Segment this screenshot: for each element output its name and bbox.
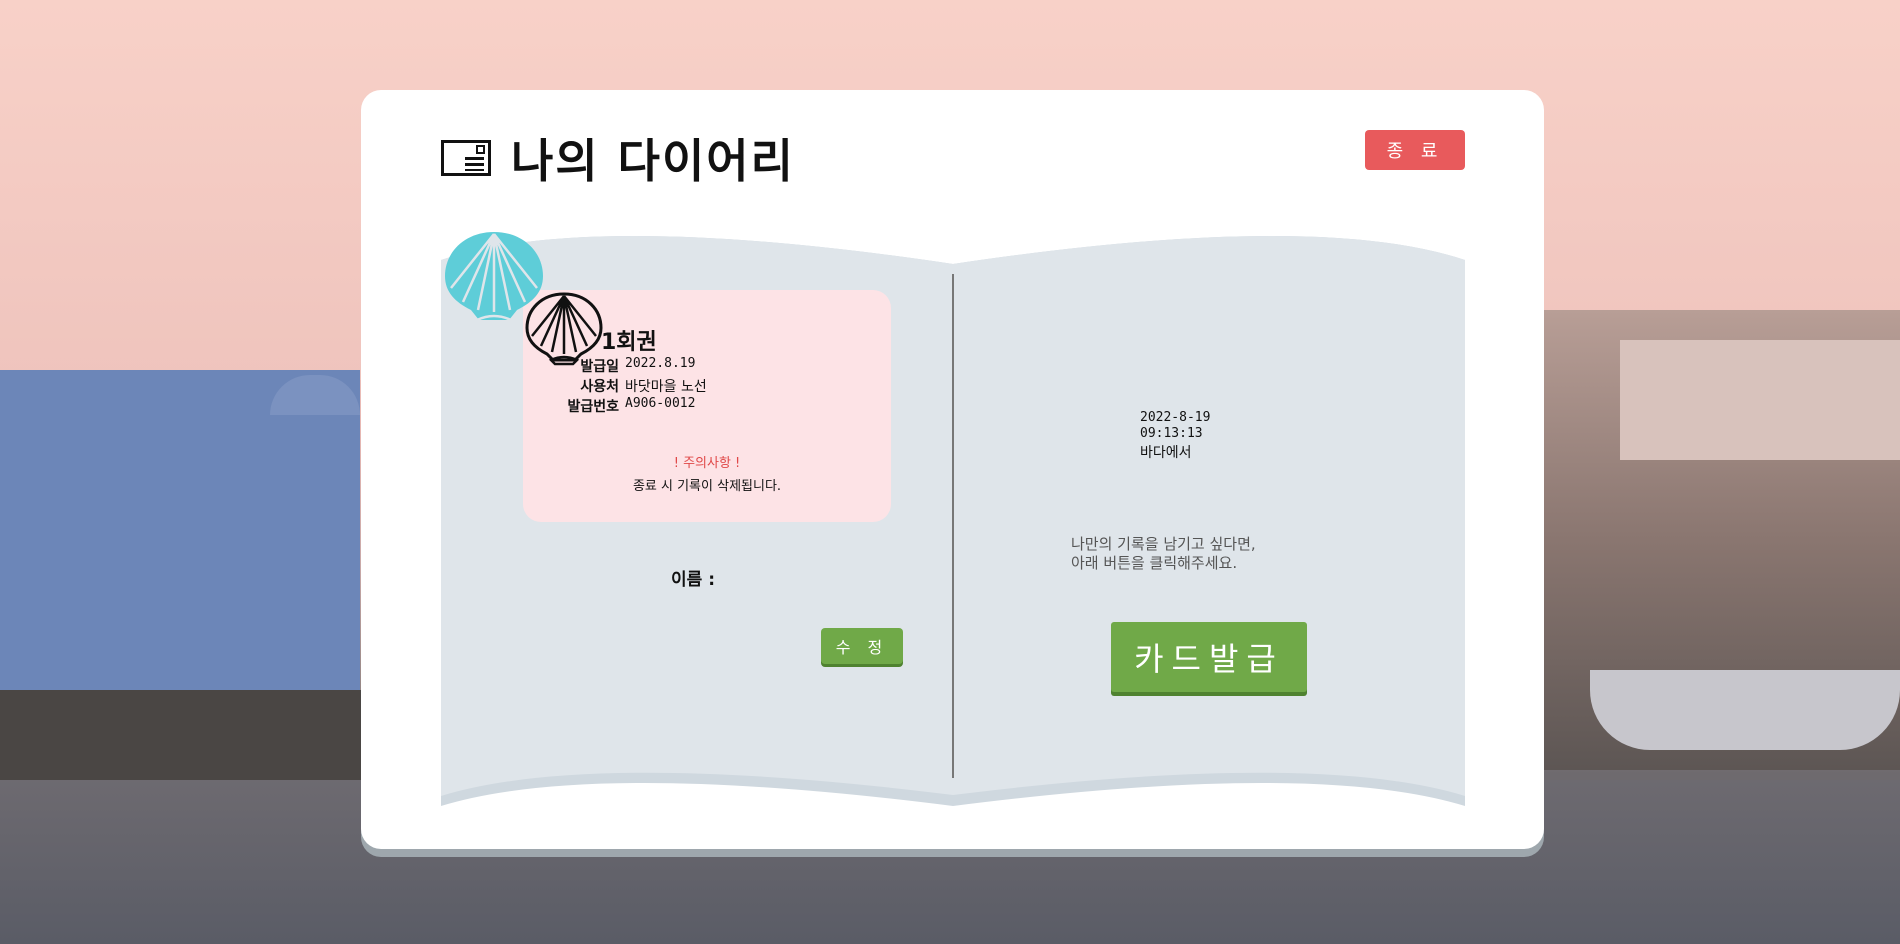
- issue-prompt: 나만의 기록을 남기고 싶다면, 아래 버튼을 클릭해주세요.: [1071, 535, 1256, 573]
- ticket-value: A906-0012: [625, 396, 696, 411]
- background-blue-building: [0, 370, 360, 700]
- caution-title: ! 주의사항 !: [673, 456, 741, 471]
- ticket-value: 2022.8.19: [625, 356, 696, 371]
- game-scene: 나의 다이어리 종 료 1회권 발급일 2022.8.19 사용처 바닷마을 노…: [0, 0, 1900, 944]
- ticket-value: 바닷마을 노선: [625, 379, 707, 395]
- ticket-key: 사용처: [580, 379, 619, 395]
- diary-panel: 나의 다이어리 종 료 1회권 발급일 2022.8.19 사용처 바닷마을 노…: [361, 90, 1544, 849]
- background-apartment: [1620, 340, 1900, 460]
- entry-date: 2022-8-19: [1140, 410, 1211, 425]
- page-title: 나의 다이어리: [511, 134, 795, 188]
- prompt-line-2: 아래 버튼을 클릭해주세요.: [1071, 554, 1238, 572]
- entry-datetime: 2022-8-19 09:13:13: [1140, 410, 1210, 442]
- ticket-row-number: 발급번호 A906-0012: [541, 396, 695, 416]
- ticket-row-place: 사용처 바닷마을 노선: [541, 376, 707, 396]
- background-boat: [1590, 670, 1900, 750]
- ticket-title: 1회권: [601, 330, 657, 355]
- background-dock-left: [0, 690, 380, 790]
- shell-filled-icon: [445, 232, 543, 322]
- prompt-line-1: 나만의 기록을 남기고 싶다면,: [1071, 535, 1256, 553]
- entry-time: 09:13:13: [1140, 426, 1203, 441]
- issue-card-button[interactable]: 카드발급: [1111, 622, 1307, 692]
- edit-button[interactable]: 수 정: [821, 628, 903, 664]
- caution-text: 종료 시 기록이 삭제됩니다.: [632, 479, 782, 494]
- postcard-icon: [441, 140, 491, 176]
- ticket-card: 1회권 발급일 2022.8.19 사용처 바닷마을 노선 발급번호 A906-…: [523, 290, 891, 522]
- ticket-key: 발급번호: [567, 399, 619, 415]
- name-label: 이름 :: [671, 570, 715, 590]
- entry-place: 바다에서: [1140, 445, 1192, 461]
- title-row: 나의 다이어리: [441, 128, 795, 188]
- exit-button[interactable]: 종 료: [1365, 130, 1465, 170]
- open-book: 1회권 발급일 2022.8.19 사용처 바닷마을 노선 발급번호 A906-…: [441, 230, 1465, 806]
